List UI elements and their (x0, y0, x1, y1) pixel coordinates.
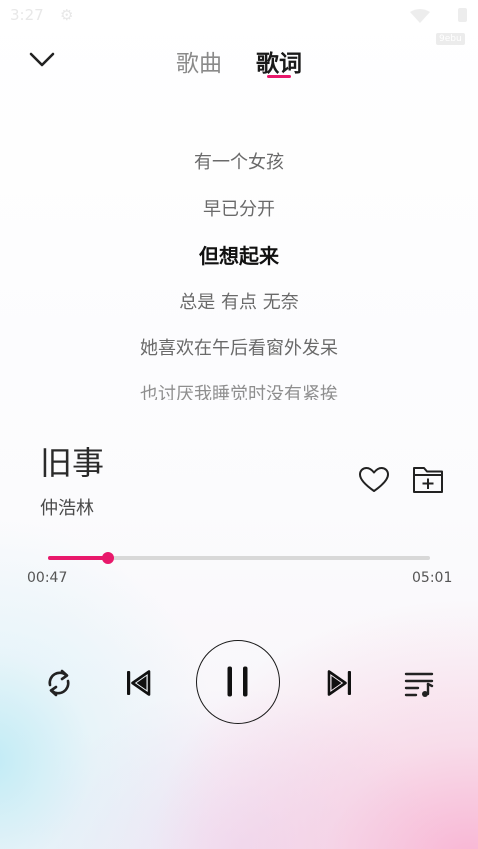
time-total: 05:01 (412, 570, 453, 586)
tab-lyrics[interactable]: 歌词 (256, 44, 302, 78)
folder-add-icon[interactable] (409, 462, 447, 498)
lyric-line: 也讨厌我睡觉时没有紧挨 (140, 384, 338, 400)
lyric-line-current: 但想起来 (199, 244, 279, 268)
battery-icon (458, 8, 467, 22)
skip-next-icon[interactable] (323, 666, 357, 700)
gear-icon: ⚙ (60, 6, 74, 24)
song-artist[interactable]: 仲浩林 (40, 494, 94, 520)
lyrics-panel[interactable]: 有一个女孩 早已分开 但想起来 总是 有点 无奈 她喜欢在午后看窗外发呆 也讨厌… (0, 138, 478, 400)
skip-previous-icon[interactable] (121, 666, 155, 700)
playlist-icon[interactable] (402, 666, 436, 700)
wifi-icon (410, 9, 430, 23)
lyric-line: 她喜欢在午后看窗外发呆 (140, 338, 338, 359)
play-pause-button[interactable] (196, 640, 280, 724)
status-bar: 3:27 ⚙ (0, 0, 478, 32)
heart-icon[interactable] (356, 462, 392, 498)
progress-fill (48, 556, 108, 560)
time-elapsed: 00:47 (27, 570, 68, 586)
pause-icon (227, 666, 248, 697)
song-title: 旧事 (40, 444, 105, 482)
active-tab-indicator (267, 75, 291, 78)
status-time: 3:27 (10, 6, 44, 24)
tab-song[interactable]: 歌曲 (176, 44, 222, 78)
repeat-icon[interactable] (42, 666, 76, 700)
progress-thumb[interactable] (101, 552, 114, 564)
progress-bar[interactable] (48, 552, 430, 564)
lyric-line: 早已分开 (203, 199, 275, 220)
tab-bar: 歌曲 歌词 (0, 44, 478, 84)
lyric-line: 总是 有点 无奈 (179, 292, 299, 313)
lyric-line: 有一个女孩 (194, 152, 284, 173)
